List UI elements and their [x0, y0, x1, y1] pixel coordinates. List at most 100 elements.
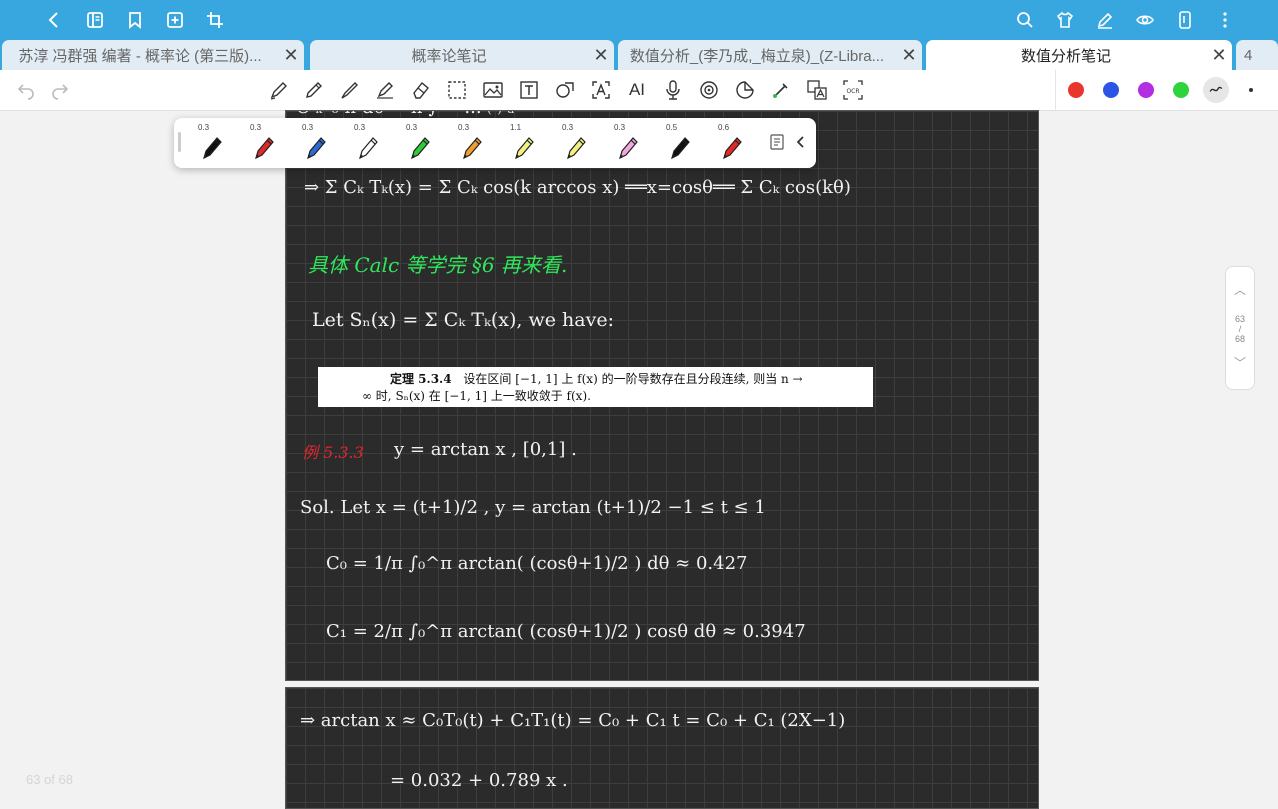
pen-preset-9[interactable]: 0.3 — [600, 118, 650, 168]
approx-line: ⇒ arctan x ≈ C₀T₀(t) + C₁T₁(t) = C₀ + C₁… — [300, 710, 846, 731]
pen-icon — [515, 137, 534, 160]
drawing-toolbar: AI OCR — [0, 70, 1278, 111]
top-bar — [0, 0, 1278, 40]
pen-preset-5[interactable]: 0.3 — [392, 118, 442, 168]
note-line-sum: ⇒ Σ Cₖ Tₖ(x) = Σ Cₖ cos(k arccos x) ══x=… — [304, 177, 851, 198]
book-icon[interactable] — [83, 8, 107, 32]
add-page-icon[interactable] — [163, 8, 187, 32]
image-icon[interactable] — [481, 78, 505, 102]
eye-icon[interactable] — [1133, 8, 1157, 32]
example-statement: y = arctan x , [0,1] . — [394, 439, 577, 460]
tab-probability-book[interactable]: 苏淳 冯群强 编著 - 概率论 (第三版)... ✕ — [2, 40, 304, 70]
pen-icon — [567, 137, 586, 160]
page-counter: 63 of 68 — [26, 772, 73, 787]
pen-icon — [411, 137, 430, 160]
close-icon[interactable]: ✕ — [896, 45, 922, 66]
pen-tray: 0.3 0.3 0.3 0.3 0.3 0.3 1.1 0.3 0.3 0.5 0.6 — [174, 118, 816, 168]
pen-icon — [307, 137, 326, 160]
tab-label: 数值分析笔记 — [1020, 47, 1111, 65]
pen-preset-11[interactable]: 0.6 — [704, 118, 754, 168]
laser-pointer-icon[interactable] — [769, 78, 793, 102]
tablet-icon[interactable] — [1173, 8, 1197, 32]
pen-size-label: 0.3 — [458, 123, 470, 132]
search-icon[interactable] — [1013, 8, 1037, 32]
lasso-select-icon[interactable] — [445, 78, 469, 102]
pen-preset-6[interactable]: 0.3 — [444, 118, 494, 168]
theme-icon[interactable] — [1053, 8, 1077, 32]
shape-icon[interactable] — [553, 78, 577, 102]
fountain-pen-icon[interactable] — [267, 78, 291, 102]
color-swatch-blue[interactable] — [1103, 82, 1119, 98]
stroke-style-icon[interactable] — [1203, 77, 1229, 103]
audio-record-icon[interactable] — [697, 78, 721, 102]
pen-size-label: 0.6 — [718, 123, 730, 132]
pen-size-label: 0.3 — [302, 123, 314, 132]
redo-icon[interactable] — [48, 78, 72, 102]
chevron-left-icon[interactable] — [42, 8, 66, 32]
toolbar-divider — [1055, 70, 1056, 110]
note-page-64[interactable]: ⇒ arctan x ≈ C₀T₀(t) + C₁T₁(t) = C₀ + C₁… — [285, 687, 1039, 809]
color-swatch-red[interactable] — [1068, 82, 1084, 98]
page-scroller[interactable]: ︿ 63 / 68 ﹀ — [1225, 266, 1255, 390]
close-icon[interactable]: ✕ — [278, 45, 304, 66]
pen-size-label: 0.3 — [198, 123, 210, 132]
more-icon[interactable] — [1213, 8, 1237, 32]
cropped-handwriting: C ₖ₌₀ π dθ = π ∫ − ... ₍ ₎ ₐ — [296, 111, 515, 118]
pen-icon — [255, 137, 274, 160]
pen-settings-icon[interactable] — [768, 133, 786, 151]
scroll-down-icon[interactable]: ﹀ — [1226, 354, 1254, 371]
theorem-text-2: ∞ 时, Sₙ(x) 在 [−1, 1] 上一致收敛于 f(x). — [362, 389, 591, 403]
theorem-text: 设在区间 [−1, 1] 上 f(x) 的一阶导数存在且分段连续, 则当 n → — [463, 372, 803, 386]
translate-icon[interactable] — [805, 78, 829, 102]
scroll-total: 68 — [1234, 334, 1245, 344]
close-icon[interactable]: ✕ — [1206, 45, 1232, 66]
scroll-up-icon[interactable]: ︿ — [1226, 281, 1254, 298]
tab-more[interactable]: 4 — [1236, 40, 1278, 70]
pen-preset-1[interactable]: 0.3 — [184, 118, 234, 168]
tab-bar: 苏淳 冯群强 编著 - 概率论 (第三版)... ✕ 概率论笔记 ✕ 数值分析_… — [0, 40, 1278, 70]
highlighter-icon[interactable] — [373, 78, 397, 102]
pen-icon — [203, 137, 222, 160]
stroke-width-dot[interactable] — [1249, 88, 1253, 92]
scroll-sep: / — [1238, 324, 1242, 334]
pen-size-label: 0.3 — [354, 123, 366, 132]
pen-icon — [359, 137, 378, 160]
result-line: = 0.032 + 0.789 x . — [390, 770, 568, 791]
tab-numerical-book[interactable]: 数值分析_(李乃成,_梅立泉)_(Z-Libra... ✕ — [618, 40, 922, 70]
text-box-icon[interactable] — [517, 78, 541, 102]
collapse-chevron-icon[interactable] — [792, 133, 810, 151]
ai-assistant-icon[interactable]: AI — [625, 78, 649, 102]
tab-probability-notes[interactable]: 概率论笔记 ✕ — [310, 40, 614, 70]
text-recognition-icon[interactable] — [589, 78, 613, 102]
pen-icon — [671, 137, 690, 160]
undo-icon[interactable] — [14, 78, 38, 102]
pen-preset-4[interactable]: 0.3 — [340, 118, 390, 168]
crop-icon[interactable] — [203, 8, 227, 32]
drag-handle[interactable] — [178, 132, 181, 152]
color-swatch-green[interactable] — [1173, 82, 1189, 98]
bookmark-icon[interactable] — [123, 8, 147, 32]
pen-preset-2[interactable]: 0.3 — [236, 118, 286, 168]
pen-size-label: 0.5 — [666, 123, 678, 132]
brush-pen-icon[interactable] — [338, 78, 362, 102]
microphone-icon[interactable] — [661, 78, 685, 102]
tab-numerical-notes[interactable]: 数值分析笔记 ✕ — [926, 40, 1232, 70]
eraser-icon[interactable] — [409, 78, 433, 102]
pen-preset-10[interactable]: 0.5 — [652, 118, 702, 168]
note-page-63[interactable]: C ₖ₌₀ π dθ = π ∫ − ... ₍ ₎ ₐ ⇒ Σ Cₖ Tₖ(x… — [285, 110, 1039, 681]
tab-label: 数值分析_(李乃成,_梅立泉)_(Z-Libra... — [629, 47, 885, 65]
pen-preset-3[interactable]: 0.3 — [288, 118, 338, 168]
tab-label: 4 — [1244, 46, 1253, 64]
color-swatch-purple[interactable] — [1138, 82, 1154, 98]
close-icon[interactable]: ✕ — [588, 45, 614, 66]
theorem-heading: 定理 5.3.4 — [390, 372, 452, 386]
example-label: 例 5.3.3 — [302, 443, 364, 462]
pen-icon[interactable] — [1093, 8, 1117, 32]
sticker-icon[interactable] — [733, 78, 757, 102]
note-green-reminder: 具体 Calc 等学完 §6 再来看. — [308, 253, 568, 277]
tab-label: 苏淳 冯群强 编著 - 概率论 (第三版)... — [18, 47, 262, 65]
ocr-icon[interactable]: OCR — [841, 78, 865, 102]
pen-preset-7[interactable]: 1.1 — [496, 118, 546, 168]
pencil-icon[interactable] — [302, 78, 326, 102]
pen-preset-8[interactable]: 0.3 — [548, 118, 598, 168]
